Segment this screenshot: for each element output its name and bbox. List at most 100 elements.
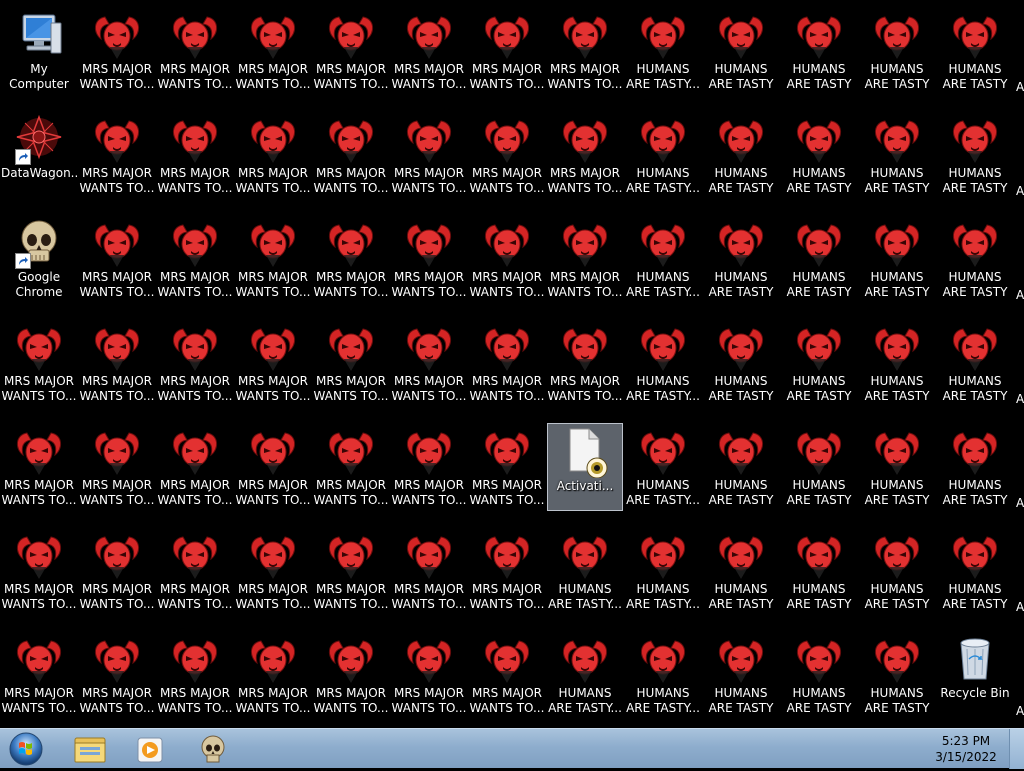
demon-desktop-icon[interactable]: HUMANS ARE TASTY ... bbox=[703, 7, 779, 95]
demon-desktop-icon[interactable]: HUMANS ARE TASTY ... bbox=[937, 527, 1013, 615]
demon-desktop-icon[interactable]: MRS MAJOR WANTS TO... bbox=[547, 215, 623, 303]
demon-desktop-icon[interactable]: MRS MAJOR WANTS TO... bbox=[313, 527, 389, 615]
demon-desktop-icon[interactable]: HUMANS ARE TASTY ... bbox=[781, 423, 857, 511]
demon-desktop-icon[interactable]: MRS MAJOR WANTS TO... bbox=[235, 631, 311, 719]
start-button[interactable] bbox=[6, 731, 46, 767]
taskbar-explorer-button[interactable] bbox=[62, 731, 116, 767]
demon-desktop-icon[interactable]: MRS MAJOR WANTS TO... bbox=[313, 319, 389, 407]
demon-desktop-icon[interactable]: MRS MAJOR WANTS TO... bbox=[235, 527, 311, 615]
taskbar-media-player-button[interactable] bbox=[122, 731, 176, 767]
demon-desktop-icon[interactable]: HUMANS ARE TASTY... bbox=[625, 111, 701, 199]
demon-desktop-icon[interactable]: MRS MAJOR WANTS TO... bbox=[469, 319, 545, 407]
demon-desktop-icon[interactable]: MRS MAJOR WANTS TO... bbox=[313, 423, 389, 511]
demon-desktop-icon[interactable]: HUMANS ARE TASTY... bbox=[625, 215, 701, 303]
google-chrome-desktop-icon[interactable]: Google Chrome bbox=[1, 215, 77, 303]
demon-desktop-icon[interactable]: HUMANS ARE TASTY ... bbox=[859, 631, 935, 719]
my-computer-desktop-icon[interactable]: My Computer bbox=[1, 7, 77, 95]
demon-desktop-icon[interactable]: HUMANS ARE TASTY ... bbox=[781, 111, 857, 199]
demon-desktop-icon[interactable]: MRS MAJOR WANTS TO... bbox=[157, 7, 233, 95]
demon-desktop-icon[interactable]: MRS MAJOR WANTS TO... bbox=[79, 631, 155, 719]
demon-desktop-icon[interactable]: HUMANS ARE TASTY ... bbox=[859, 423, 935, 511]
demon-desktop-icon[interactable]: HUMANS ARE TASTY... bbox=[625, 7, 701, 95]
demon-desktop-icon[interactable]: HUMANS ARE TASTY ... bbox=[703, 319, 779, 407]
demon-desktop-icon[interactable]: MRS MAJOR WANTS TO... bbox=[391, 527, 467, 615]
demon-desktop-icon[interactable]: MRS MAJOR WANTS TO... bbox=[391, 631, 467, 719]
demon-desktop-icon[interactable]: HUMANS ARE TASTY ... bbox=[859, 319, 935, 407]
demon-desktop-icon[interactable]: MRS MAJOR WANTS TO... bbox=[157, 527, 233, 615]
clock[interactable]: 5:23 PM 3/15/2022 bbox=[926, 733, 1006, 765]
demon-desktop-icon[interactable]: MRS MAJOR WANTS TO... bbox=[235, 319, 311, 407]
demon-icon bbox=[325, 529, 377, 581]
demon-desktop-icon[interactable]: HUMANS ARE TASTY ... bbox=[937, 215, 1013, 303]
demon-desktop-icon[interactable]: HUMANS ARE TASTY ... bbox=[859, 215, 935, 303]
demon-desktop-icon[interactable]: HUMANS ARE TASTY ... bbox=[937, 7, 1013, 95]
demon-desktop-icon[interactable]: HUMANS ARE TASTY ... bbox=[781, 319, 857, 407]
demon-desktop-icon[interactable]: MRS MAJOR WANTS TO... bbox=[469, 215, 545, 303]
demon-desktop-icon[interactable]: MRS MAJOR WANTS TO... bbox=[235, 7, 311, 95]
demon-desktop-icon[interactable]: HUMANS ARE TASTY ... bbox=[781, 7, 857, 95]
folder-icon bbox=[74, 737, 106, 763]
demon-desktop-icon[interactable]: HUMANS ARE TASTY ... bbox=[703, 631, 779, 719]
demon-desktop-icon[interactable]: MRS MAJOR WANTS TO... bbox=[1, 631, 77, 719]
demon-desktop-icon[interactable]: MRS MAJOR WANTS TO... bbox=[313, 7, 389, 95]
recycle-bin-desktop-icon[interactable]: Recycle Bin bbox=[937, 631, 1013, 719]
show-desktop-button[interactable] bbox=[1009, 729, 1024, 769]
demon-desktop-icon[interactable]: MRS MAJOR WANTS TO... bbox=[313, 631, 389, 719]
demon-desktop-icon[interactable]: HUMANS ARE TASTY... bbox=[625, 527, 701, 615]
demon-desktop-icon[interactable]: HUMANS ARE TASTY ... bbox=[781, 215, 857, 303]
demon-desktop-icon[interactable]: MRS MAJOR WANTS TO... bbox=[157, 319, 233, 407]
demon-desktop-icon[interactable]: MRS MAJOR WANTS TO... bbox=[391, 319, 467, 407]
demon-desktop-icon[interactable]: MRS MAJOR WANTS TO... bbox=[469, 631, 545, 719]
demon-desktop-icon[interactable]: HUMANS ARE TASTY... bbox=[625, 631, 701, 719]
demon-desktop-icon[interactable]: HUMANS ARE TASTY ... bbox=[703, 111, 779, 199]
demon-desktop-icon[interactable]: MRS MAJOR WANTS TO... bbox=[157, 111, 233, 199]
demon-desktop-icon[interactable]: MRS MAJOR WANTS TO... bbox=[157, 423, 233, 511]
demon-desktop-icon[interactable]: MRS MAJOR WANTS TO... bbox=[79, 215, 155, 303]
demon-desktop-icon[interactable]: HUMANS ARE TASTY ... bbox=[781, 631, 857, 719]
demon-desktop-icon[interactable]: MRS MAJOR WANTS TO... bbox=[235, 423, 311, 511]
demon-desktop-icon[interactable]: HUMANS ARE TASTY ... bbox=[781, 527, 857, 615]
demon-desktop-icon[interactable]: HUMANS ARE TASTY ... bbox=[859, 527, 935, 615]
demon-desktop-icon[interactable]: HUMANS ARE TASTY ... bbox=[703, 527, 779, 615]
demon-desktop-icon[interactable]: MRS MAJOR WANTS TO... bbox=[235, 215, 311, 303]
demon-desktop-icon[interactable]: HUMANS ARE TASTY... bbox=[625, 319, 701, 407]
demon-desktop-icon[interactable]: HUMANS ARE TASTY ... bbox=[859, 111, 935, 199]
demon-desktop-icon[interactable]: MRS MAJOR WANTS TO... bbox=[157, 631, 233, 719]
demon-desktop-icon[interactable]: MRS MAJOR WANTS TO... bbox=[469, 111, 545, 199]
taskbar-skull-button[interactable] bbox=[186, 731, 240, 767]
demon-desktop-icon[interactable]: HUMANS ARE TASTY ... bbox=[703, 215, 779, 303]
demon-desktop-icon[interactable]: MRS MAJOR WANTS TO... bbox=[79, 111, 155, 199]
demon-desktop-icon[interactable]: MRS MAJOR WANTS TO... bbox=[391, 111, 467, 199]
demon-desktop-icon[interactable]: MRS MAJOR WANTS TO... bbox=[547, 319, 623, 407]
demon-desktop-icon[interactable]: HUMANS ARE TASTY ... bbox=[937, 319, 1013, 407]
demon-desktop-icon[interactable]: MRS MAJOR WANTS TO... bbox=[469, 423, 545, 511]
demon-desktop-icon[interactable]: MRS MAJOR WANTS TO... bbox=[313, 111, 389, 199]
demon-icon bbox=[325, 321, 377, 373]
datawagon-desktop-icon[interactable]: DataWagon... bbox=[1, 111, 77, 199]
demon-desktop-icon[interactable]: MRS MAJOR WANTS TO... bbox=[1, 527, 77, 615]
demon-desktop-icon[interactable]: MRS MAJOR WANTS TO... bbox=[547, 111, 623, 199]
demon-desktop-icon[interactable]: MRS MAJOR WANTS TO... bbox=[469, 7, 545, 95]
demon-desktop-icon[interactable]: MRS MAJOR WANTS TO... bbox=[391, 423, 467, 511]
demon-desktop-icon[interactable]: MRS MAJOR WANTS TO... bbox=[1, 423, 77, 511]
activation-desktop-icon[interactable]: Activati... bbox=[547, 423, 623, 511]
demon-desktop-icon[interactable]: MRS MAJOR WANTS TO... bbox=[469, 527, 545, 615]
demon-desktop-icon[interactable]: MRS MAJOR WANTS TO... bbox=[157, 215, 233, 303]
demon-desktop-icon[interactable]: HUMANS ARE TASTY ... bbox=[859, 7, 935, 95]
demon-desktop-icon[interactable]: MRS MAJOR WANTS TO... bbox=[79, 319, 155, 407]
demon-desktop-icon[interactable]: MRS MAJOR WANTS TO... bbox=[391, 215, 467, 303]
demon-desktop-icon[interactable]: MRS MAJOR WANTS TO... bbox=[235, 111, 311, 199]
demon-desktop-icon[interactable]: MRS MAJOR WANTS TO... bbox=[391, 7, 467, 95]
demon-desktop-icon[interactable]: HUMANS ARE TASTY ... bbox=[937, 111, 1013, 199]
demon-desktop-icon[interactable]: HUMANS ARE TASTY ... bbox=[703, 423, 779, 511]
demon-desktop-icon[interactable]: MRS MAJOR WANTS TO... bbox=[79, 527, 155, 615]
demon-desktop-icon[interactable]: MRS MAJOR WANTS TO... bbox=[79, 423, 155, 511]
demon-desktop-icon[interactable]: MRS MAJOR WANTS TO... bbox=[1, 319, 77, 407]
demon-desktop-icon[interactable]: HUMANS ARE TASTY... bbox=[547, 527, 623, 615]
demon-desktop-icon[interactable]: MRS MAJOR WANTS TO... bbox=[547, 7, 623, 95]
demon-desktop-icon[interactable]: MRS MAJOR WANTS TO... bbox=[79, 7, 155, 95]
demon-desktop-icon[interactable]: HUMANS ARE TASTY ... bbox=[937, 423, 1013, 511]
demon-desktop-icon[interactable]: MRS MAJOR WANTS TO... bbox=[313, 215, 389, 303]
demon-desktop-icon[interactable]: HUMANS ARE TASTY... bbox=[625, 423, 701, 511]
demon-desktop-icon[interactable]: HUMANS ARE TASTY... bbox=[547, 631, 623, 719]
